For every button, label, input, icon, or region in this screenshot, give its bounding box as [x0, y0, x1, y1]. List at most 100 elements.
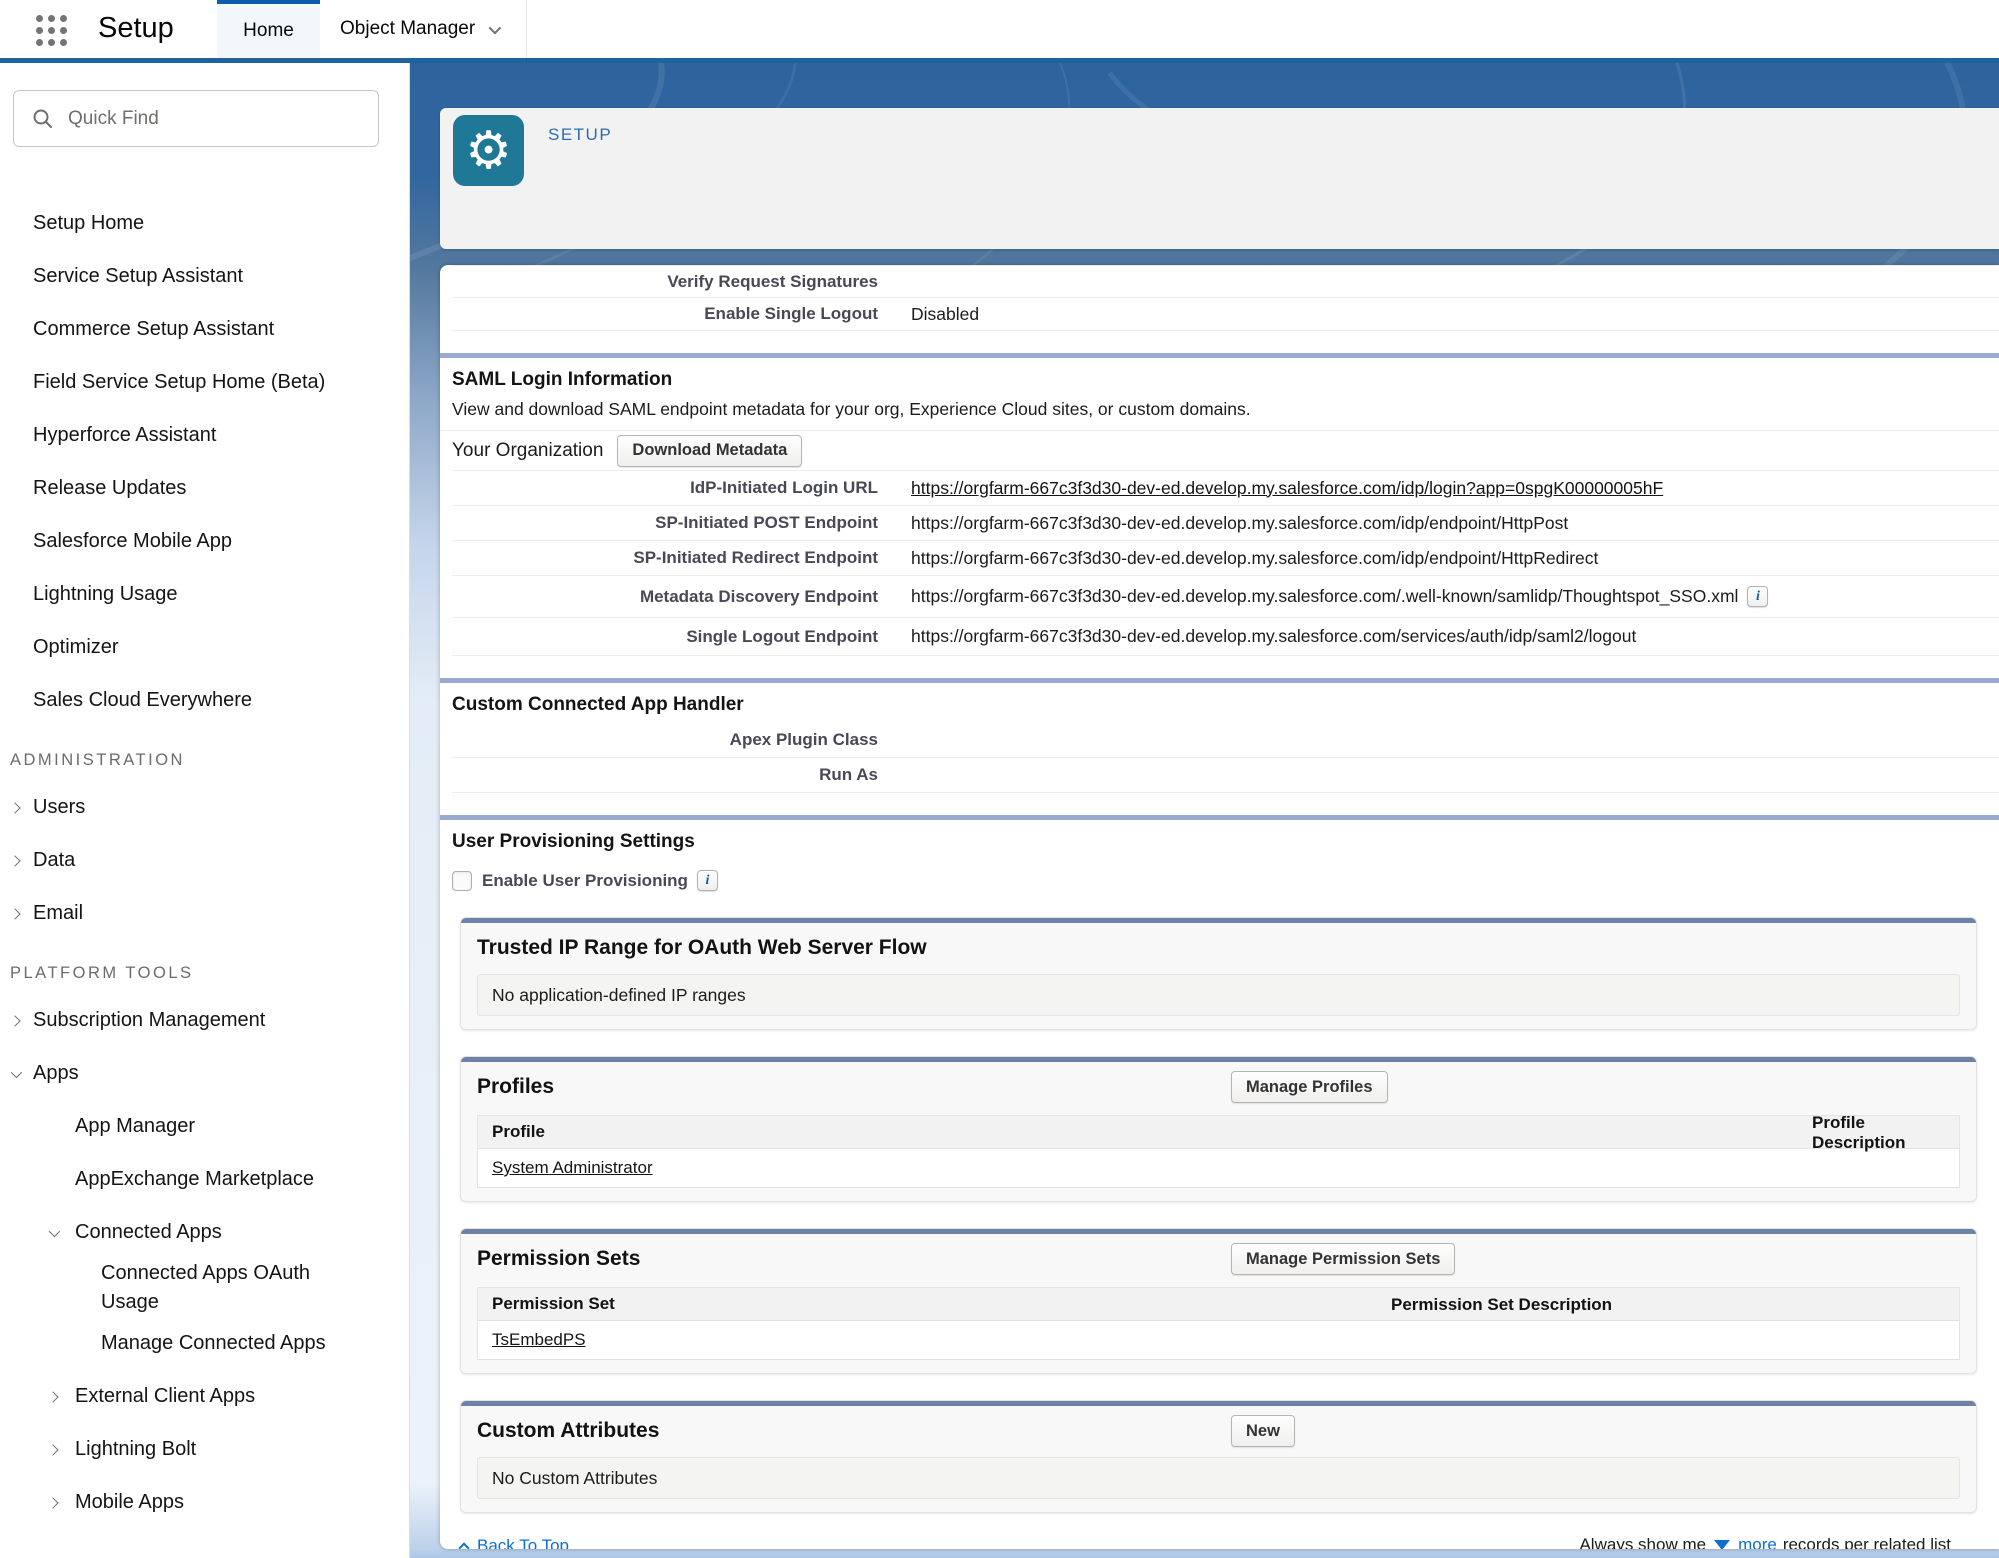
detail-card: Verify Request Signatures Enable Single …: [440, 265, 1999, 1549]
enable-user-provisioning-label: Enable User Provisioning: [482, 871, 688, 891]
setup-nav: Setup Home Service Setup Assistant Comme…: [0, 197, 409, 1529]
quick-find: [13, 90, 379, 147]
main-region: ⚙ SETUP Verify Request Signatures Enable…: [410, 63, 1999, 1558]
field-row-idp-initiated-login-url: IdP-Initiated Login URL https://orgfarm-…: [452, 471, 1999, 506]
chevron-right-icon: [47, 1497, 58, 1508]
profiles-table-header: Profile Profile Description: [478, 1116, 1959, 1149]
sidebar-item-lightning-bolt[interactable]: Lightning Bolt: [0, 1423, 409, 1476]
quick-find-input[interactable]: [54, 91, 378, 146]
sidebar-item-app-manager[interactable]: App Manager: [0, 1100, 409, 1153]
sidebar-item-commerce-setup-assistant[interactable]: Commerce Setup Assistant: [0, 303, 409, 356]
sidebar-item-mobile-apps[interactable]: Mobile Apps: [0, 1476, 409, 1529]
sidebar-item-appexchange-marketplace[interactable]: AppExchange Marketplace: [0, 1153, 409, 1206]
enable-user-provisioning-checkbox[interactable]: [452, 871, 472, 891]
sidebar-item-lightning-usage[interactable]: Lightning Usage: [0, 568, 409, 621]
sidebar-item-optimizer[interactable]: Optimizer: [0, 621, 409, 674]
field-row-verify-request-signatures: Verify Request Signatures: [452, 265, 1999, 298]
sidebar-item-data[interactable]: Data: [0, 834, 409, 887]
search-icon: [32, 108, 54, 130]
saml-description: View and download SAML endpoint metadata…: [452, 398, 1999, 420]
tab-object-manager-label: Object Manager: [340, 18, 475, 40]
chevron-down-icon: [489, 21, 502, 34]
user-provisioning-settings-heading: User Provisioning Settings: [452, 830, 1999, 854]
section-divider: [440, 353, 1999, 358]
info-icon[interactable]: i: [697, 870, 718, 891]
saml-login-information-heading: SAML Login Information: [452, 368, 1999, 392]
triangle-down-icon[interactable]: [1714, 1540, 1730, 1549]
sidebar-item-apps[interactable]: Apps: [0, 1047, 409, 1100]
your-organization-row: Your Organization Download Metadata: [452, 431, 1999, 471]
system-administrator-link[interactable]: System Administrator: [492, 1158, 653, 1178]
profiles-table: Profile Profile Description System Admin…: [477, 1115, 1960, 1188]
setup-gear-icon: ⚙: [453, 115, 524, 186]
permission-sets-heading: Permission Sets: [477, 1246, 1960, 1272]
tab-home-label: Home: [243, 20, 294, 42]
custom-attributes-empty-message: No Custom Attributes: [477, 1457, 1960, 1499]
sidebar-item-connected-apps-oauth-usage[interactable]: Connected Apps OAuth Usage: [0, 1259, 409, 1317]
custom-attributes-heading: Custom Attributes: [477, 1418, 1960, 1444]
field-row-enable-single-logout: Enable Single Logout Disabled: [452, 298, 1999, 331]
chevron-up-icon: [458, 1542, 469, 1549]
table-row: System Administrator: [478, 1149, 1959, 1187]
page-header: ⚙ SETUP: [440, 108, 1999, 249]
column-profile-description: Profile Description: [1812, 1116, 1959, 1149]
sidebar-item-subscription-management[interactable]: Subscription Management: [0, 994, 409, 1047]
app-title: Setup: [98, 12, 174, 45]
setup-sidebar: Setup Home Service Setup Assistant Comme…: [0, 63, 410, 1558]
info-icon[interactable]: i: [1747, 586, 1768, 607]
sidebar-item-email[interactable]: Email: [0, 887, 409, 940]
profiles-section: Manage Profiles Profiles Profile Profile…: [460, 1056, 1977, 1202]
new-custom-attribute-button[interactable]: New: [1231, 1415, 1295, 1447]
enable-user-provisioning-row: Enable User Provisioning i: [452, 870, 1999, 891]
sidebar-item-users[interactable]: Users: [0, 781, 409, 834]
sidebar-section-administration: ADMINISTRATION: [0, 739, 409, 781]
tsembedps-link[interactable]: TsEmbedPS: [492, 1330, 586, 1350]
column-permission-set: Permission Set: [492, 1294, 615, 1314]
chevron-right-icon: [47, 1391, 58, 1402]
profiles-heading: Profiles: [477, 1074, 1960, 1100]
page-title: SETUP: [548, 125, 612, 145]
manage-profiles-button[interactable]: Manage Profiles: [1231, 1071, 1388, 1103]
section-divider: [440, 678, 1999, 683]
sidebar-item-release-updates[interactable]: Release Updates: [0, 462, 409, 515]
manage-permission-sets-button[interactable]: Manage Permission Sets: [1231, 1243, 1455, 1275]
table-row: TsEmbedPS: [478, 1321, 1959, 1359]
download-metadata-button[interactable]: Download Metadata: [617, 435, 802, 467]
app-launcher-icon[interactable]: [36, 15, 67, 46]
field-row-apex-plugin-class: Apex Plugin Class: [452, 723, 1999, 758]
field-row-sp-initiated-redirect-endpoint: SP-Initiated Redirect Endpoint https://o…: [452, 541, 1999, 576]
sidebar-item-external-client-apps[interactable]: External Client Apps: [0, 1370, 409, 1423]
section-divider: [440, 815, 1999, 820]
chevron-down-icon: [49, 1225, 60, 1236]
chevron-right-icon: [9, 1015, 20, 1026]
field-row-sp-initiated-post-endpoint: SP-Initiated POST Endpoint https://orgfa…: [452, 506, 1999, 541]
permission-sets-table: Permission Set Permission Set Descriptio…: [477, 1287, 1960, 1360]
sidebar-item-service-setup-assistant[interactable]: Service Setup Assistant: [0, 250, 409, 303]
sidebar-item-connected-apps[interactable]: Connected Apps: [0, 1206, 409, 1259]
permission-sets-section: Manage Permission Sets Permission Sets P…: [460, 1228, 1977, 1374]
your-organization-label: Your Organization: [452, 440, 603, 462]
chevron-right-icon: [9, 908, 20, 919]
chevron-down-icon: [11, 1066, 22, 1077]
tab-object-manager[interactable]: Object Manager: [320, 0, 527, 58]
field-row-single-logout-endpoint: Single Logout Endpoint https://orgfarm-6…: [452, 618, 1999, 656]
sidebar-item-hyperforce-assistant[interactable]: Hyperforce Assistant: [0, 409, 409, 462]
sidebar-item-manage-connected-apps[interactable]: Manage Connected Apps: [0, 1317, 409, 1370]
back-to-top-link[interactable]: Back To Top: [460, 1536, 569, 1549]
sidebar-item-field-service-setup-home[interactable]: Field Service Setup Home (Beta): [0, 356, 409, 409]
permission-sets-table-header: Permission Set Permission Set Descriptio…: [478, 1288, 1959, 1321]
custom-attributes-section: New Custom Attributes No Custom Attribut…: [460, 1400, 1977, 1513]
field-row-metadata-discovery-endpoint: Metadata Discovery Endpoint https://orgf…: [452, 576, 1999, 618]
more-records-link[interactable]: more: [1738, 1535, 1777, 1549]
sidebar-item-setup-home[interactable]: Setup Home: [0, 197, 409, 250]
sidebar-item-salesforce-mobile-app[interactable]: Salesforce Mobile App: [0, 515, 409, 568]
sidebar-item-sales-cloud-everywhere[interactable]: Sales Cloud Everywhere: [0, 674, 409, 727]
trusted-ip-range-section: Trusted IP Range for OAuth Web Server Fl…: [460, 917, 1977, 1030]
idp-initiated-login-url-link[interactable]: https://orgfarm-667c3f3d30-dev-ed.develo…: [911, 478, 1663, 499]
chevron-right-icon: [47, 1444, 58, 1455]
card-footer: Back To Top Always show me more records …: [452, 1529, 1999, 1549]
chevron-right-icon: [9, 855, 20, 866]
column-profile: Profile: [492, 1122, 545, 1142]
tab-home[interactable]: Home: [217, 0, 320, 58]
custom-connected-app-handler-heading: Custom Connected App Handler: [452, 693, 1999, 717]
